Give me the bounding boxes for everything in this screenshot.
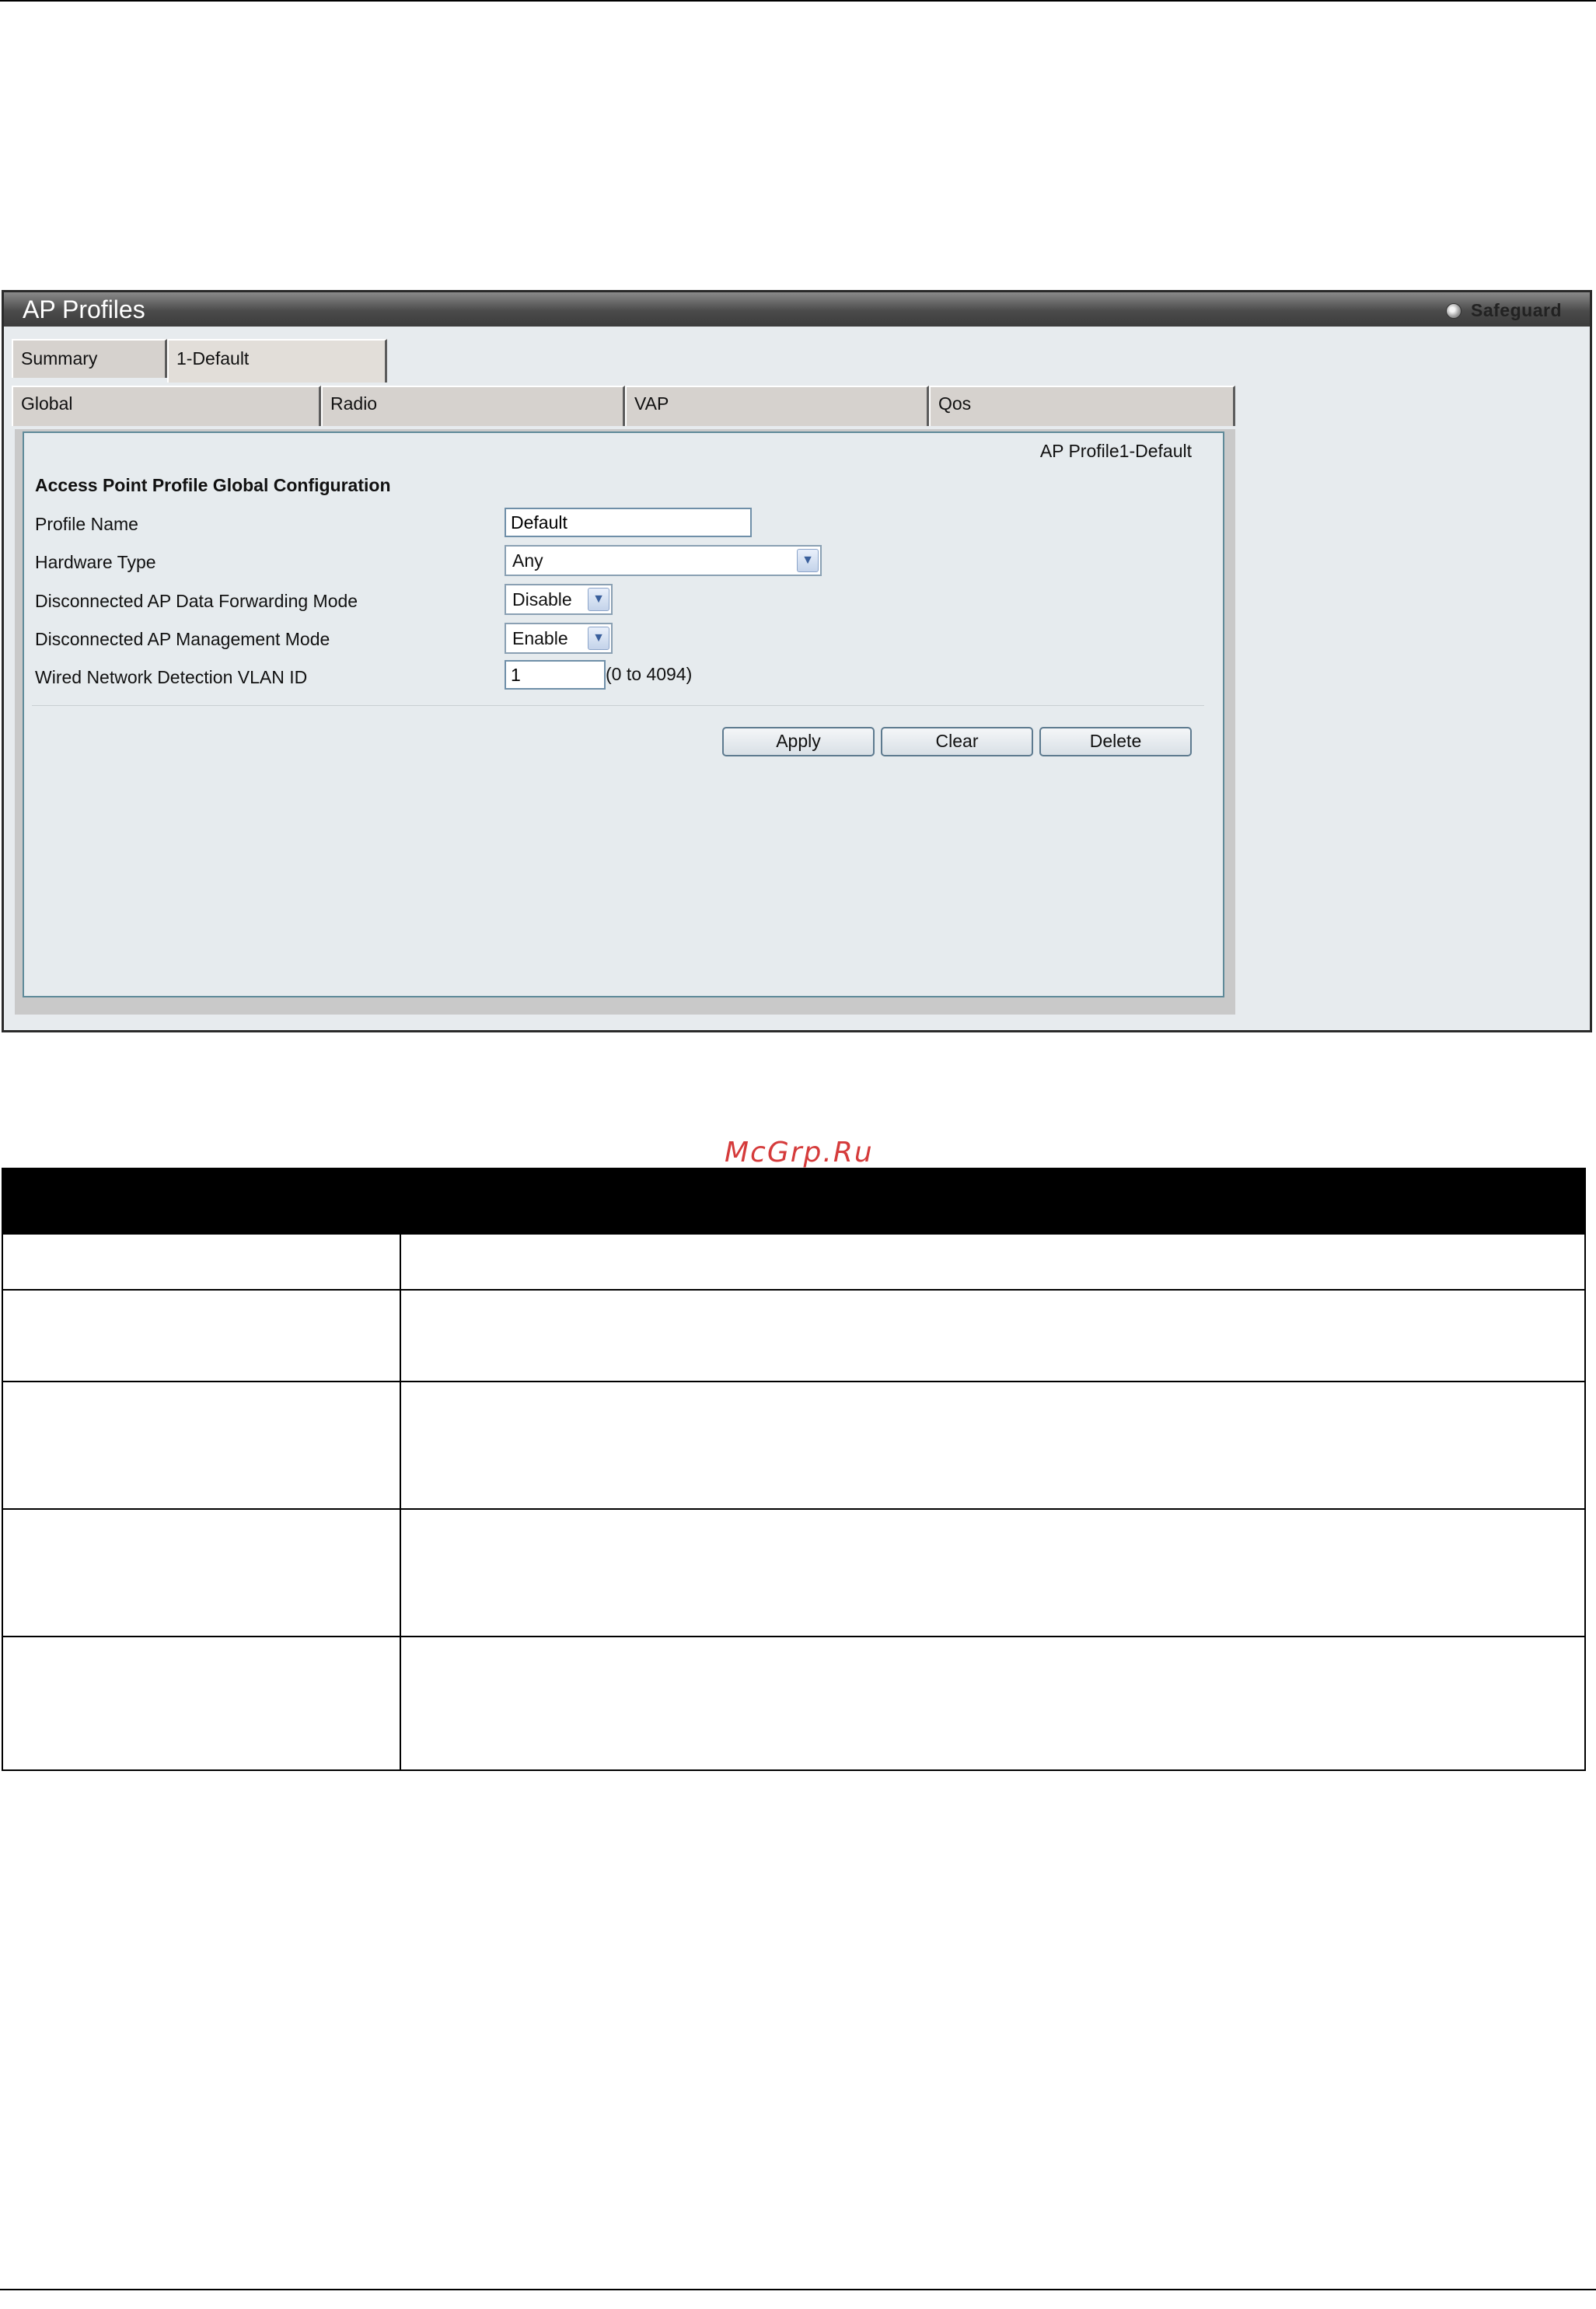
vlan-id-input[interactable]	[505, 660, 606, 690]
vlan-id-label: Wired Network Detection VLAN ID	[35, 667, 308, 687]
table-header-cell	[400, 1168, 1586, 1235]
vlan-id-range-hint: (0 to 4094)	[606, 664, 693, 684]
bottom-rule	[0, 2289, 1596, 2290]
chevron-down-icon: ▼	[588, 588, 609, 611]
ap-profiles-window: AP Profiles Safeguard Summary 1-Default …	[2, 290, 1592, 1032]
table-header-cell	[2, 1168, 401, 1235]
profile-name-input[interactable]	[505, 508, 752, 537]
subtab-label: VAP	[634, 393, 669, 414]
table-row	[2, 1233, 1586, 1291]
parameter-table	[2, 1168, 1586, 1771]
chevron-down-icon: ▼	[588, 627, 609, 650]
table-cell	[400, 1233, 1586, 1291]
content-frame: AP Profile1-Default Access Point Profile…	[15, 429, 1235, 1015]
table-cell	[2, 1508, 401, 1637]
subtab-qos[interactable]: Qos	[929, 386, 1235, 426]
tab-summary[interactable]: Summary	[12, 339, 167, 378]
safeguard-indicator[interactable]: Safeguard	[1446, 300, 1562, 321]
subtab-global[interactable]: Global	[12, 386, 321, 426]
subtab-label: Global	[21, 393, 73, 414]
tab-label: Summary	[21, 348, 98, 369]
hardware-type-select[interactable]: Any ▼	[505, 545, 822, 576]
table-cell	[400, 1289, 1586, 1382]
chevron-down-icon: ▼	[797, 549, 819, 572]
profile-name-label: Profile Name	[35, 514, 138, 534]
form-divider	[32, 705, 1204, 706]
management-mode-label: Disconnected AP Management Mode	[35, 629, 330, 649]
tab-1-default[interactable]: 1-Default	[167, 339, 387, 383]
subtab-label: Radio	[330, 393, 378, 414]
management-mode-select[interactable]: Enable ▼	[505, 623, 613, 654]
hardware-type-value: Any	[512, 550, 543, 571]
safeguard-label: Safeguard	[1471, 300, 1562, 320]
profile-indicator: AP Profile1-Default	[1039, 441, 1192, 461]
subtab-radio[interactable]: Radio	[321, 386, 625, 426]
top-rule	[0, 0, 1596, 2]
table-cell	[2, 1233, 401, 1291]
apply-button[interactable]: Apply	[722, 727, 875, 756]
tab-label: 1-Default	[176, 348, 250, 369]
table-row	[2, 1636, 1586, 1771]
safeguard-icon	[1446, 302, 1462, 319]
title-bar: AP Profiles Safeguard	[4, 292, 1590, 327]
clear-button[interactable]: Clear	[881, 727, 1033, 756]
table-cell	[2, 1636, 401, 1771]
page-title: AP Profiles	[23, 295, 145, 323]
data-forwarding-label: Disconnected AP Data Forwarding Mode	[35, 591, 358, 611]
watermark: McGrp.Ru	[725, 1137, 874, 1168]
global-config-form: AP Profile1-Default Access Point Profile…	[23, 431, 1224, 997]
data-forwarding-select[interactable]: Disable ▼	[505, 584, 613, 615]
management-mode-value: Enable	[512, 628, 568, 648]
hardware-type-label: Hardware Type	[35, 552, 156, 572]
table-row	[2, 1381, 1586, 1510]
table-cell	[2, 1289, 401, 1382]
delete-button[interactable]: Delete	[1039, 727, 1192, 756]
table-cell	[400, 1381, 1586, 1510]
table-cell	[400, 1636, 1586, 1771]
section-heading: Access Point Profile Global Configuratio…	[35, 475, 391, 495]
subtab-vap[interactable]: VAP	[625, 386, 929, 426]
table-cell	[400, 1508, 1586, 1637]
table-row	[2, 1508, 1586, 1637]
data-forwarding-value: Disable	[512, 589, 572, 610]
table-row	[2, 1289, 1586, 1382]
table-header-row	[2, 1168, 1586, 1235]
subtab-label: Qos	[938, 393, 972, 414]
table-cell	[2, 1381, 401, 1510]
